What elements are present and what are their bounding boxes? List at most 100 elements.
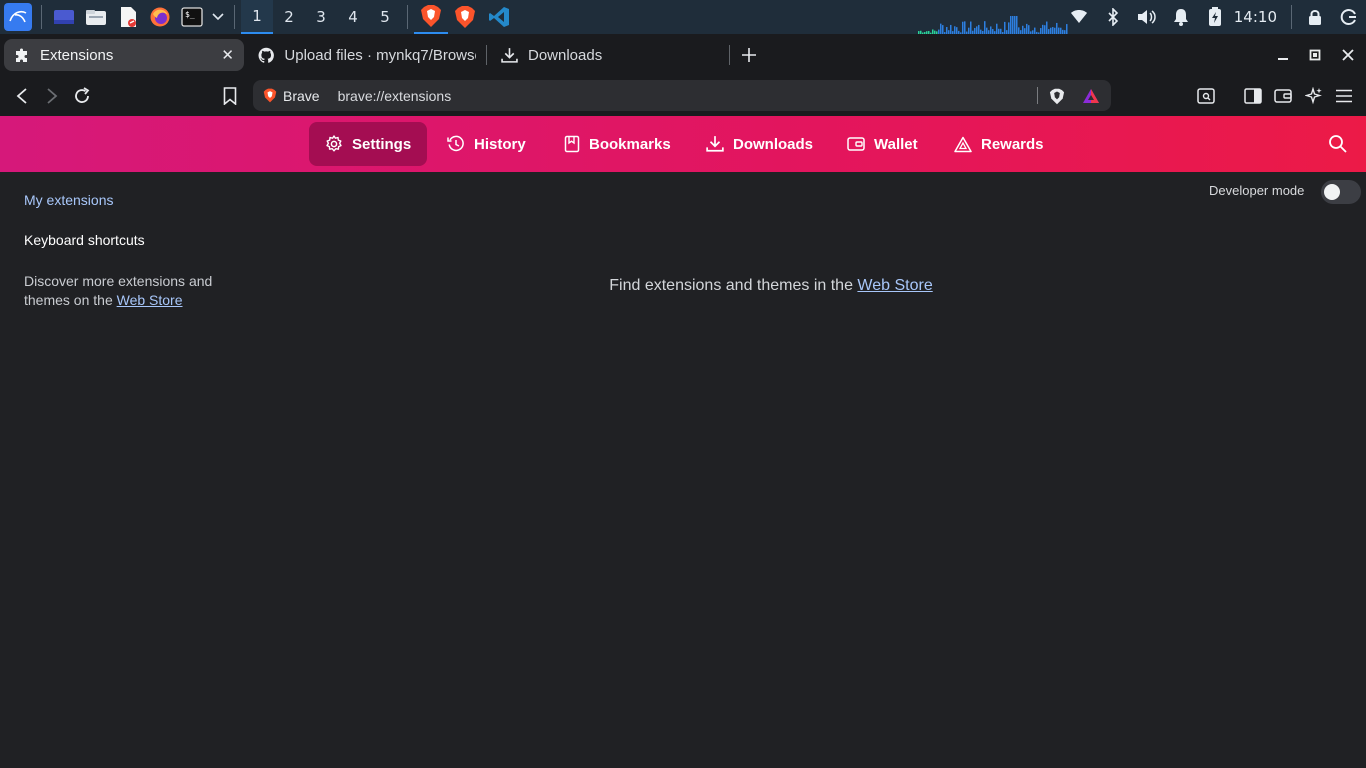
- bookmark-icon: [223, 87, 237, 105]
- gear-icon: [326, 135, 342, 152]
- terminal-icon[interactable]: $_: [179, 4, 205, 30]
- clock[interactable]: 14:10: [1232, 8, 1285, 26]
- system-tray: 14:10: [1062, 0, 1366, 34]
- history-icon: [447, 135, 464, 152]
- reload-button[interactable]: [67, 81, 97, 111]
- brave-task-2[interactable]: [448, 0, 482, 34]
- vscode-task[interactable]: [482, 0, 516, 34]
- arrow-right-icon: [47, 88, 58, 104]
- tab-title: Extensions: [40, 46, 114, 64]
- reload-icon: [75, 87, 90, 103]
- network-graph-bar: [1026, 23, 1028, 34]
- network-graph-bar: [1008, 22, 1010, 34]
- network-graph-bar: [984, 21, 986, 34]
- tab-search-button[interactable]: [1191, 81, 1221, 111]
- search-icon: [1329, 135, 1347, 153]
- taskbar-separator: [41, 5, 42, 29]
- workspace-4[interactable]: 4: [337, 0, 369, 34]
- file-manager-icon[interactable]: [83, 4, 109, 30]
- url-text[interactable]: brave://extensions: [338, 88, 452, 104]
- bluetooth-icon[interactable]: [1096, 0, 1130, 34]
- notification-bell-icon[interactable]: [1164, 0, 1198, 34]
- sidebar-toggle-button[interactable]: [1238, 81, 1268, 111]
- wallet-icon: [1274, 89, 1292, 103]
- nav-settings[interactable]: Settings: [309, 122, 428, 166]
- rewards-icon: [954, 136, 972, 152]
- nav-downloads[interactable]: Downloads: [690, 122, 829, 166]
- sparkle-icon: [1305, 87, 1322, 105]
- wifi-icon[interactable]: [1062, 0, 1096, 34]
- workspace-1[interactable]: 1: [241, 0, 273, 34]
- new-tab-button[interactable]: [734, 40, 764, 70]
- shields-icon: [1049, 88, 1065, 104]
- power-icon[interactable]: [1332, 0, 1366, 34]
- network-graph-bar: [1010, 16, 1012, 34]
- brave-task-1[interactable]: [414, 0, 448, 34]
- lock-icon[interactable]: [1298, 0, 1332, 34]
- tab-downloads[interactable]: Downloads: [491, 39, 729, 71]
- sidebar-item-my-extensions[interactable]: My extensions: [24, 192, 113, 208]
- tab-upload-files[interactable]: Upload files · mynkq7/Browse: [248, 39, 486, 71]
- workspace-3[interactable]: 3: [305, 0, 337, 34]
- nav-bookmarks[interactable]: Bookmarks: [548, 122, 687, 166]
- tab-divider: [486, 45, 487, 65]
- kali-menu-icon[interactable]: [4, 3, 32, 31]
- chevron-down-icon[interactable]: [211, 4, 225, 30]
- site-identity[interactable]: Brave: [263, 88, 320, 104]
- network-graph-bar: [1042, 24, 1044, 34]
- nav-settings-label: Settings: [352, 135, 412, 153]
- wallet-button[interactable]: [1268, 81, 1298, 111]
- network-graph-bar: [996, 23, 998, 34]
- nav-rewards[interactable]: Rewards: [938, 122, 1060, 166]
- forward-button[interactable]: [37, 81, 67, 111]
- tab-title: Upload files · mynkq7/Browse: [284, 46, 476, 64]
- network-graph-bar: [950, 24, 952, 34]
- close-window-button[interactable]: [1332, 34, 1364, 76]
- sidebar-item-keyboard-shortcuts[interactable]: Keyboard shortcuts: [24, 232, 145, 248]
- brave-page-nav: Settings History Bookmarks Downloads Wal…: [0, 116, 1366, 172]
- bookmark-page-button[interactable]: [215, 81, 245, 111]
- battery-charging-icon[interactable]: [1198, 0, 1232, 34]
- arrow-left-icon: [16, 88, 27, 104]
- network-graph-bar: [990, 26, 992, 34]
- brave-rewards-button[interactable]: [1076, 81, 1106, 111]
- network-graph-bar: [962, 21, 964, 34]
- network-graph-bar: [1016, 16, 1018, 34]
- main-menu-button[interactable]: [1329, 81, 1359, 111]
- omnibox-divider: [1037, 87, 1038, 104]
- search-extensions-button[interactable]: [1328, 134, 1348, 159]
- minimize-button[interactable]: [1267, 34, 1299, 76]
- network-graph-bar: [1022, 25, 1024, 34]
- brave-icon: [421, 5, 441, 27]
- restore-icon: [1309, 49, 1321, 61]
- leo-ai-button[interactable]: [1299, 81, 1329, 111]
- brave-shields-button[interactable]: [1042, 81, 1072, 111]
- nav-history[interactable]: History: [431, 122, 542, 166]
- workspace-2[interactable]: 2: [273, 0, 305, 34]
- tab-extensions[interactable]: Extensions ✕: [4, 39, 244, 71]
- network-graph-bar: [1044, 25, 1046, 34]
- toggle-knob: [1324, 184, 1340, 200]
- firefox-icon[interactable]: [147, 4, 173, 30]
- volume-icon[interactable]: [1130, 0, 1164, 34]
- network-graph-bar: [954, 26, 956, 34]
- tab-strip: Extensions ✕ Upload files · mynkq7/Brows…: [0, 34, 1366, 76]
- taskbar-separator: [234, 5, 235, 29]
- close-tab-icon[interactable]: ✕: [221, 46, 234, 64]
- maximize-button[interactable]: [1299, 34, 1331, 76]
- main-web-store-link[interactable]: Web Store: [857, 277, 932, 294]
- nav-bookmarks-label: Bookmarks: [589, 135, 671, 153]
- os-taskbar: $_ 1 2 3 4 5 14:10: [0, 0, 1366, 34]
- network-graph-bar: [976, 26, 978, 34]
- show-desktop-icon[interactable]: [51, 4, 77, 30]
- network-graph-bar: [1052, 27, 1054, 34]
- text-editor-icon[interactable]: [115, 4, 141, 30]
- workspace-5[interactable]: 5: [369, 0, 401, 34]
- network-graph-bar: [1012, 16, 1014, 34]
- nav-wallet[interactable]: Wallet: [831, 122, 934, 166]
- address-bar[interactable]: Brave brave://extensions: [253, 80, 1111, 111]
- back-button[interactable]: [7, 81, 37, 111]
- network-graph-bar: [1046, 21, 1048, 34]
- developer-mode-toggle[interactable]: [1321, 180, 1361, 204]
- site-identity-label: Brave: [283, 87, 320, 104]
